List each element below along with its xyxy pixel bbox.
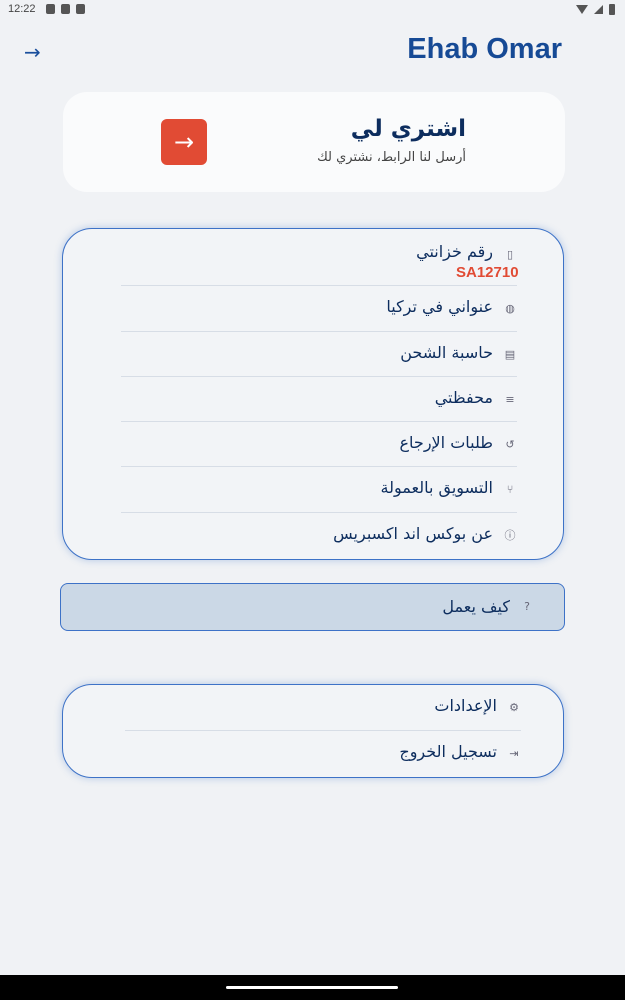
calculator-icon: ▤ — [504, 348, 516, 361]
gear-icon: ⚙ — [509, 701, 519, 714]
how-it-works-button[interactable]: ? كيف يعمل — [60, 583, 565, 631]
menu-item-label: الإعدادات — [434, 696, 497, 715]
menu-item-label: عنواني في تركيا — [386, 297, 493, 316]
wallet-icon: ≡ — [505, 393, 515, 406]
menu-item-return-requests[interactable]: ↺ طلبات الإرجاع — [121, 422, 517, 467]
menu-item-about[interactable]: ⓘ عن بوكس اند اكسبريس — [121, 513, 517, 559]
buy-for-me-button[interactable]: → — [161, 119, 207, 165]
buy-for-me-subtitle: أرسل لنا الرابط، نشتري لك — [317, 150, 466, 165]
menu-item-locker-number[interactable]: ▯ رقم خزانتي SA12710 — [121, 229, 519, 286]
menu-item-label: رقم خزانتي — [416, 242, 493, 261]
home-indicator[interactable] — [226, 986, 398, 989]
menu-item-label: عن بوكس اند اكسبريس — [333, 524, 493, 543]
status-time: 12:22 — [8, 3, 36, 15]
menu-item-label: طلبات الإرجاع — [399, 433, 494, 452]
buy-for-me-card[interactable]: → اشتري لي أرسل لنا الرابط، نشتري لك — [63, 92, 565, 192]
menu-item-label: محفظتي — [434, 388, 493, 407]
arrow-right-icon: → — [173, 128, 195, 156]
globe-icon: ◍ — [505, 302, 515, 315]
menu-item-label: تسجيل الخروج — [399, 742, 497, 761]
notification-icons — [46, 4, 85, 14]
main-menu-card: ▯ رقم خزانتي SA12710 ◍ عنواني في تركيا ▤… — [62, 228, 564, 560]
navigation-bar — [0, 975, 625, 1000]
menu-item-shipping-calculator[interactable]: ▤ حاسبة الشحن — [121, 332, 517, 377]
menu-item-label: التسويق بالعمولة — [380, 478, 493, 497]
buy-for-me-title: اشتري لي — [350, 116, 466, 142]
locker-icon: ▯ — [506, 248, 514, 261]
locker-number-value: SA12710 — [456, 264, 519, 281]
help-icon: ? — [524, 600, 530, 613]
shield-icon — [46, 4, 55, 14]
menu-item-wallet[interactable]: ≡ محفظتي — [121, 377, 517, 422]
arrow-right-icon[interactable]: → — [24, 41, 46, 63]
sd-card-icon — [61, 4, 70, 14]
logout-icon: ⇥ — [509, 747, 519, 760]
system-icons — [576, 4, 615, 15]
signal-icon — [594, 5, 603, 14]
menu-item-affiliate[interactable]: ⑂ التسويق بالعمولة — [121, 467, 517, 513]
wifi-icon — [576, 5, 588, 14]
info-icon: ⓘ — [504, 529, 516, 542]
menu-item-address[interactable]: ◍ عنواني في تركيا — [121, 286, 517, 332]
status-bar: 12:22 — [0, 0, 625, 20]
user-name: Ehab Omar — [407, 33, 562, 65]
account-card: ⚙ الإعدادات ⇥ تسجيل الخروج — [62, 684, 564, 778]
menu-item-settings[interactable]: ⚙ الإعدادات — [125, 685, 521, 731]
menu-item-label: حاسبة الشحن — [400, 343, 493, 362]
history-icon: ↺ — [505, 438, 515, 451]
font-icon — [76, 4, 85, 14]
menu-item-logout[interactable]: ⇥ تسجيل الخروج — [125, 731, 521, 777]
battery-icon — [609, 4, 615, 15]
affiliate-icon: ⑂ — [506, 483, 514, 496]
how-it-works-label: كيف يعمل — [442, 597, 510, 616]
